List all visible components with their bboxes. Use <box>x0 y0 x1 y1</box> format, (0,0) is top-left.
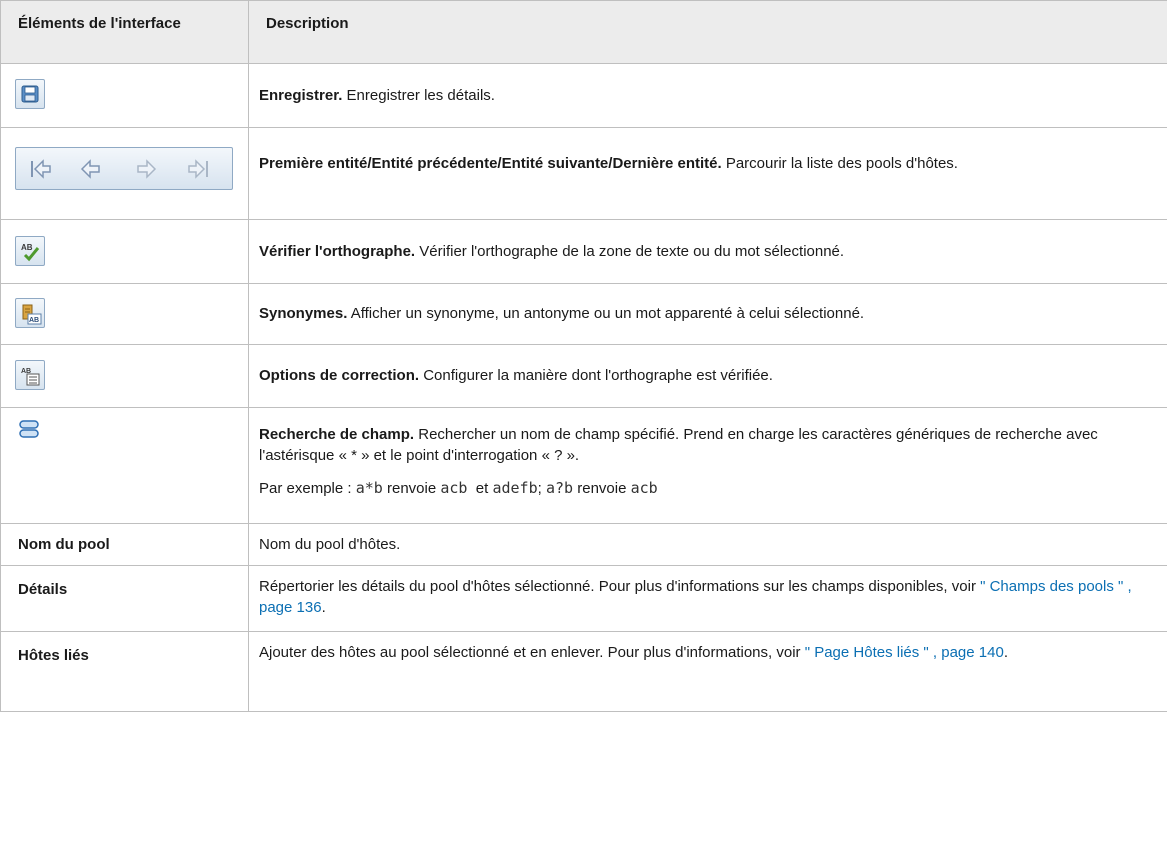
element-cell: AB <box>0 283 249 345</box>
linked-hosts-link[interactable]: " Page Hôtes liés " , page 140 <box>805 644 1004 661</box>
table-header-row: Éléments de l'interface Description <box>0 0 1167 64</box>
spelling-options-icon[interactable]: AB <box>15 360 45 390</box>
row-title: Options de correction. <box>259 367 420 384</box>
header-ui-elements-label: Éléments de l'interface <box>18 15 181 32</box>
element-cell: AB <box>0 219 249 284</box>
header-description-label: Description <box>266 15 349 32</box>
description-cell: Options de correction. Configurer la man… <box>248 344 1167 408</box>
description-cell: Enregistrer. Enregistrer les détails. <box>248 63 1167 128</box>
row-title: Recherche de champ. <box>259 426 415 443</box>
row-text: Afficher un synonyme, un antonyme ou un … <box>350 305 865 322</box>
row-text: Répertorier les détails du pool d'hôtes … <box>259 578 981 595</box>
header-ui-elements: Éléments de l'interface <box>0 0 249 64</box>
row-label: Détails <box>18 581 68 598</box>
first-entity-icon[interactable] <box>29 158 53 180</box>
example-text: ; <box>537 480 546 497</box>
element-cell <box>0 127 249 220</box>
table-row: Recherche de champ. Rechercher un nom de… <box>0 407 1167 524</box>
svg-text:AB: AB <box>21 243 33 252</box>
example-paragraph: Par exemple : a*b renvoie acb et adefb; … <box>259 478 1155 499</box>
table-row: Détails Répertorier les détails du pool … <box>0 565 1167 632</box>
row-label: Nom du pool <box>18 536 110 553</box>
table-row: AB Vérifier l'orthographe. Vérifier l'or… <box>0 219 1167 284</box>
example-text: renvoie <box>382 480 441 497</box>
table-row: AB Options de correction. Configurer la … <box>0 344 1167 408</box>
element-cell: Détails <box>0 565 249 632</box>
row-text: Vérifier l'orthographe de la zone de tex… <box>419 243 845 260</box>
svg-text:AB: AB <box>29 317 39 324</box>
example-pattern: a*b <box>355 479 383 497</box>
description-cell: Répertorier les détails du pool d'hôtes … <box>248 565 1167 632</box>
description-cell: Synonymes. Afficher un synonyme, un anto… <box>248 283 1167 345</box>
description-cell: Première entité/Entité précédente/Entité… <box>248 127 1167 220</box>
last-entity-icon[interactable] <box>186 158 210 180</box>
thesaurus-icon[interactable]: AB <box>15 298 45 328</box>
table-row: Nom du pool Nom du pool d'hôtes. <box>0 523 1167 566</box>
element-cell: Hôtes liés <box>0 631 249 712</box>
next-entity-icon[interactable] <box>134 158 158 180</box>
element-cell <box>0 407 249 524</box>
element-cell <box>0 63 249 128</box>
description-cell: Recherche de champ. Rechercher un nom de… <box>248 407 1167 524</box>
save-icon[interactable] <box>15 79 45 109</box>
example-text: renvoie <box>573 480 631 497</box>
row-title: Vérifier l'orthographe. <box>259 243 416 260</box>
element-cell: Nom du pool <box>0 523 249 566</box>
description-cell: Ajouter des hôtes au pool sélectionné et… <box>248 631 1167 712</box>
table-row: Hôtes liés Ajouter des hôtes au pool sél… <box>0 631 1167 712</box>
row-title: Première entité/Entité précédente/Entité… <box>259 155 722 172</box>
row-text: . <box>1003 644 1008 661</box>
header-description: Description <box>248 0 1167 64</box>
row-text: Parcourir la liste des pools d'hôtes. <box>725 155 958 172</box>
row-text: . <box>321 599 326 616</box>
row-label: Hôtes liés <box>18 647 89 664</box>
table-row: Enregistrer. Enregistrer les détails. <box>0 63 1167 128</box>
navigation-bar <box>15 147 233 190</box>
row-paragraph: Recherche de champ. Rechercher un nom de… <box>259 424 1155 466</box>
example-result: acb <box>630 479 658 497</box>
previous-entity-icon[interactable] <box>79 158 103 180</box>
spell-check-icon[interactable]: AB <box>15 236 45 266</box>
example-prefix: Par exemple : <box>259 480 356 497</box>
row-text: Configurer la manière dont l'orthographe… <box>423 367 773 384</box>
example-result: acb <box>440 479 468 497</box>
element-cell: AB <box>0 344 249 408</box>
row-title: Enregistrer. <box>259 87 343 104</box>
description-cell: Nom du pool d'hôtes. <box>248 523 1167 566</box>
example-text: et <box>467 480 493 497</box>
example-result: adefb <box>492 479 538 497</box>
row-text: Enregistrer les détails. <box>346 87 495 104</box>
table-row: AB Synonymes. Afficher un synonyme, un a… <box>0 283 1167 345</box>
example-pattern: a?b <box>545 479 574 497</box>
ui-elements-table: Éléments de l'interface Description Enre… <box>0 0 1167 712</box>
row-title: Synonymes. <box>259 305 348 322</box>
row-text: Ajouter des hôtes au pool sélectionné et… <box>259 644 805 661</box>
row-text: Nom du pool d'hôtes. <box>259 536 401 553</box>
table-row: Première entité/Entité précédente/Entité… <box>0 127 1167 220</box>
field-search-icon[interactable] <box>18 418 40 440</box>
description-cell: Vérifier l'orthographe. Vérifier l'ortho… <box>248 219 1167 284</box>
